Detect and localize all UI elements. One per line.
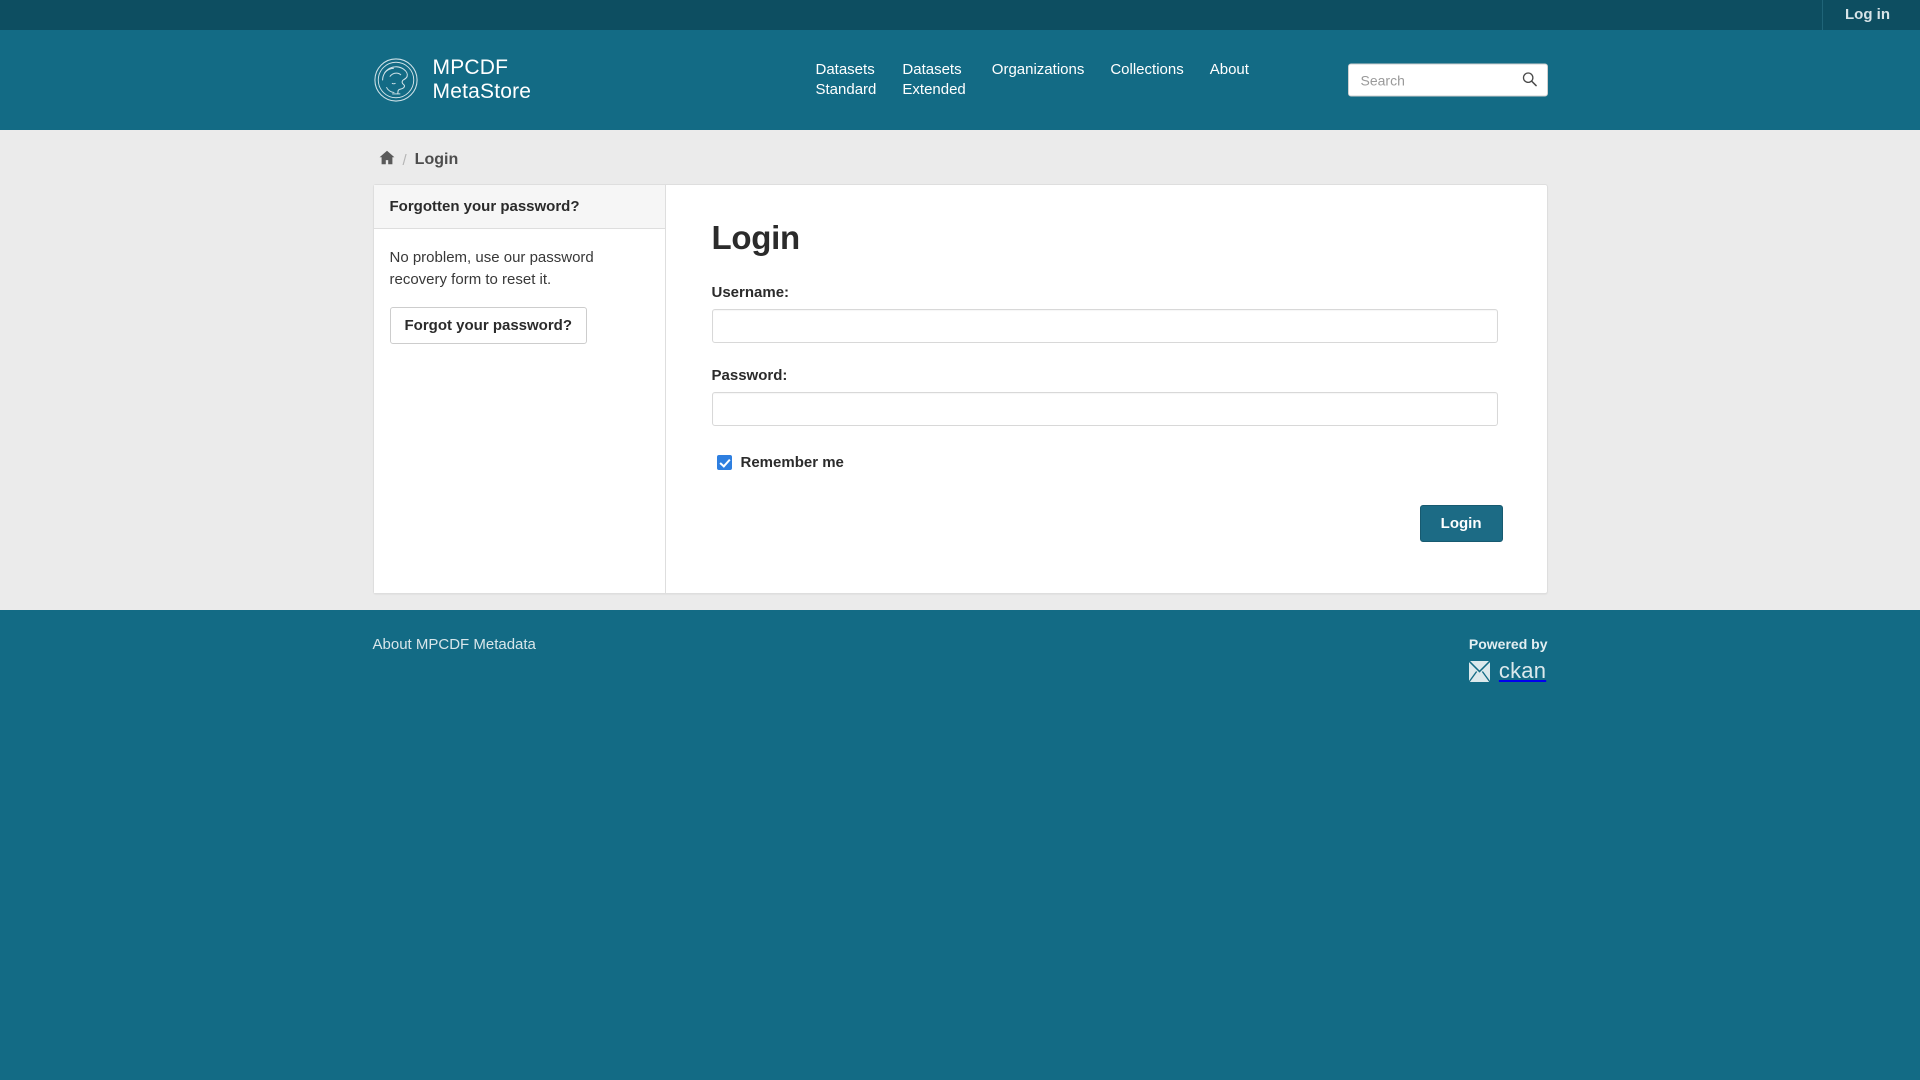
login-form-section: Login Username: Password: Remember me Lo… [666, 185, 1547, 593]
footer-about-link[interactable]: About MPCDF Metadata [373, 636, 536, 653]
login-form: Username: Password: Remember me Login [711, 284, 1503, 542]
login-submit-button[interactable]: Login [1419, 505, 1503, 542]
site-search [1347, 63, 1548, 97]
minerva-head-icon [373, 57, 419, 103]
logo-line-2: MetaStore [432, 80, 532, 103]
breadcrumb-current: Login [414, 151, 459, 168]
account-bar: Log in [0, 0, 1920, 30]
nav-item-collections[interactable]: Collections [1097, 60, 1196, 80]
powered-by-label: Powered by [1468, 636, 1548, 652]
remember-me-row: Remember me [716, 454, 1503, 471]
page-title: Login [711, 219, 801, 256]
home-icon [379, 150, 395, 170]
password-label: Password: [711, 367, 788, 384]
content-panel: Forgotten your password? No problem, use… [372, 184, 1548, 594]
site-footer: About MPCDF Metadata Powered by ckan [0, 610, 1920, 750]
footer-filler [0, 750, 1920, 1080]
sidebar-description: No problem, use our password recovery fo… [389, 249, 594, 288]
ckan-logo-icon [1468, 660, 1490, 682]
sidebar-body: No problem, use our password recovery fo… [374, 229, 665, 360]
page-body: / Login Forgotten your password? No prob… [0, 130, 1920, 610]
search-icon [1522, 71, 1537, 89]
breadcrumb: / Login [373, 130, 1548, 184]
username-label: Username: [711, 284, 790, 301]
ckan-attribution: Powered by ckan [1468, 636, 1548, 684]
logo-line-1: MPCDF [432, 55, 509, 79]
site-header: MPCDF MetaStore Datasets Standard Datase… [0, 30, 1920, 130]
nav-item-about[interactable]: About [1197, 60, 1262, 80]
nav-item-organizations[interactable]: Organizations [979, 60, 1098, 80]
breadcrumb-separator: / [402, 151, 407, 169]
username-input[interactable] [711, 309, 1498, 343]
sidebar: Forgotten your password? No problem, use… [373, 185, 666, 593]
nav-item-datasets-extended[interactable]: Datasets Extended [889, 60, 978, 100]
password-form-group: Password: [711, 367, 1503, 426]
search-submit-button[interactable] [1514, 64, 1546, 97]
form-actions: Login [712, 505, 1503, 542]
password-input[interactable] [711, 392, 1498, 426]
ckan-wordmark: ckan [1498, 658, 1547, 683]
sidebar-heading: Forgotten your password? [373, 185, 665, 229]
site-logo[interactable]: MPCDF MetaStore [373, 56, 532, 104]
username-form-group: Username: [711, 284, 1503, 343]
remember-me-label[interactable]: Remember me [741, 454, 844, 471]
main-navigation: Datasets Standard Datasets Extended Orga… [803, 60, 1262, 100]
login-link[interactable]: Log in [1823, 0, 1920, 30]
remember-me-checkbox[interactable] [716, 455, 732, 470]
breadcrumb-home-link[interactable] [379, 150, 395, 170]
nav-item-datasets-standard[interactable]: Datasets Standard [803, 60, 890, 100]
forgot-password-button[interactable]: Forgot your password? [389, 306, 588, 344]
site-logo-text: MPCDF MetaStore [433, 56, 532, 104]
ckan-link[interactable]: ckan [1468, 658, 1548, 684]
